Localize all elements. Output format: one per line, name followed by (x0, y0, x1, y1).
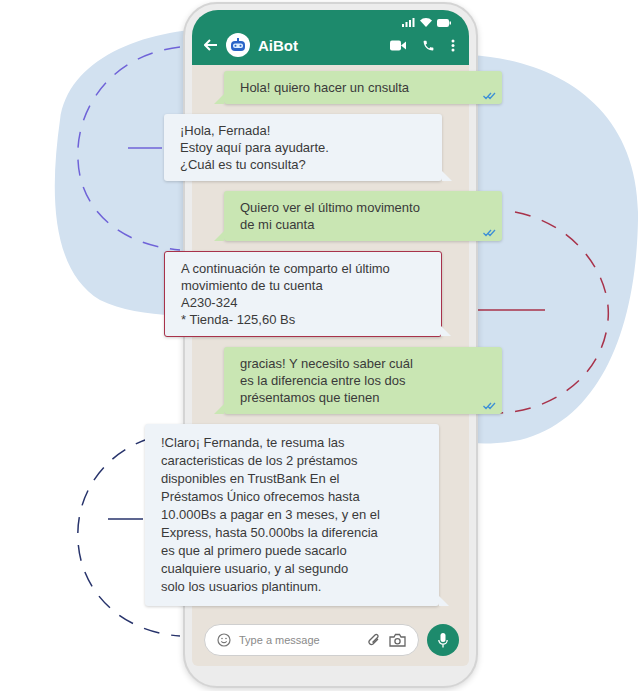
title-bar: AiBot (204, 33, 455, 57)
connector-line (128, 147, 162, 149)
screen: AiBot Hola! quiero hacer un cnsulta¡Hola,… (192, 10, 469, 666)
message-line: Express, hasta 50.000bs la diferencia (161, 524, 423, 542)
camera-icon[interactable] (389, 633, 406, 647)
message-bubble: !Claro¡ Fernanda, te resuma lascaracteri… (145, 424, 439, 606)
status-bar (204, 18, 455, 27)
page: AiBotHola! quiero hacer un cnsulta¡Hola,… (0, 0, 638, 691)
message-input[interactable]: Type a message (204, 624, 419, 656)
dashed-arc (500, 212, 608, 413)
message-line: de mi cuanta (240, 216, 478, 233)
back-arrow-icon[interactable] (204, 39, 218, 51)
attach-clip-icon[interactable] (367, 633, 381, 648)
chat-title: AiBot (258, 37, 298, 54)
message-line: gracias! Y necesito saber cuál (240, 355, 478, 372)
message-composer: Type a message (192, 616, 469, 666)
message-line: Hola! quiero hacer un cnsulta (240, 79, 478, 96)
phone: AiBotHola! quiero hacer un cnsulta¡Hola,… (183, 2, 478, 688)
message-line: Quiero ver el último movimento (240, 199, 478, 216)
chat-header: AiBot (192, 10, 469, 65)
message-line: * Tienda- 125,60 Bs (181, 311, 425, 328)
message-line: A continuación te comparto el último (181, 260, 425, 277)
read-ticks-icon (483, 402, 496, 410)
read-ticks-icon (483, 92, 496, 100)
bot-avatar-icon[interactable] (226, 33, 250, 57)
microphone-icon (438, 633, 448, 648)
message-line: disponibles en TrustBank En el (161, 470, 423, 488)
message-line: es la diferencia entre los dos (240, 372, 478, 389)
message-line: cualquiere usuario, y al segundo (161, 560, 423, 578)
input-placeholder: Type a message (239, 634, 359, 646)
message-line: caracteristicas de los 2 préstamos (161, 452, 423, 470)
message-bubble: gracias! Y necesito saber cuáles la dife… (224, 347, 502, 414)
more-menu-icon[interactable] (451, 39, 455, 52)
message-line: Estoy aquí para ayudarte. (180, 139, 426, 156)
connector-line (108, 518, 143, 520)
message-line: présentamos que tienen (240, 389, 478, 406)
blob-shape (55, 29, 638, 444)
message-line: Préstamos Único ofrecemos hasta (161, 488, 423, 506)
message-line: solo los usuarios plantinum. (161, 578, 423, 596)
message-line: es que al primero puede sacarlo (161, 542, 423, 560)
message-bubble: A continuación te comparto el últimomovi… (164, 251, 442, 337)
wifi-icon (420, 18, 432, 27)
message-line: ¡Hola, Fernada! (180, 122, 426, 139)
message-bubble: ¡Hola, Fernada!Estoy aquí para ayudarte.… (164, 114, 442, 181)
message-line: !Claro¡ Fernanda, te resuma las (161, 434, 423, 452)
signal-icon (402, 18, 415, 27)
message-bubble: Hola! quiero hacer un cnsulta (224, 71, 502, 104)
message-line: 10.000Bs a pagar en 3 meses, y en el (161, 506, 423, 524)
mic-button[interactable] (427, 624, 459, 656)
message-bubble: Quiero ver el último movimentode mi cuan… (224, 191, 502, 241)
message-line: movimiento de tu cuenta (181, 277, 425, 294)
phone-call-icon[interactable] (422, 39, 435, 52)
message-line: ¿Cuál es tu consulta? (180, 156, 426, 173)
message-line: A230-324 (181, 294, 425, 311)
emoji-icon[interactable] (217, 633, 231, 647)
battery-icon (437, 19, 451, 27)
read-ticks-icon (483, 229, 496, 237)
chat-area: Hola! quiero hacer un cnsulta¡Hola, Fern… (192, 65, 469, 616)
video-call-icon[interactable] (390, 40, 406, 51)
